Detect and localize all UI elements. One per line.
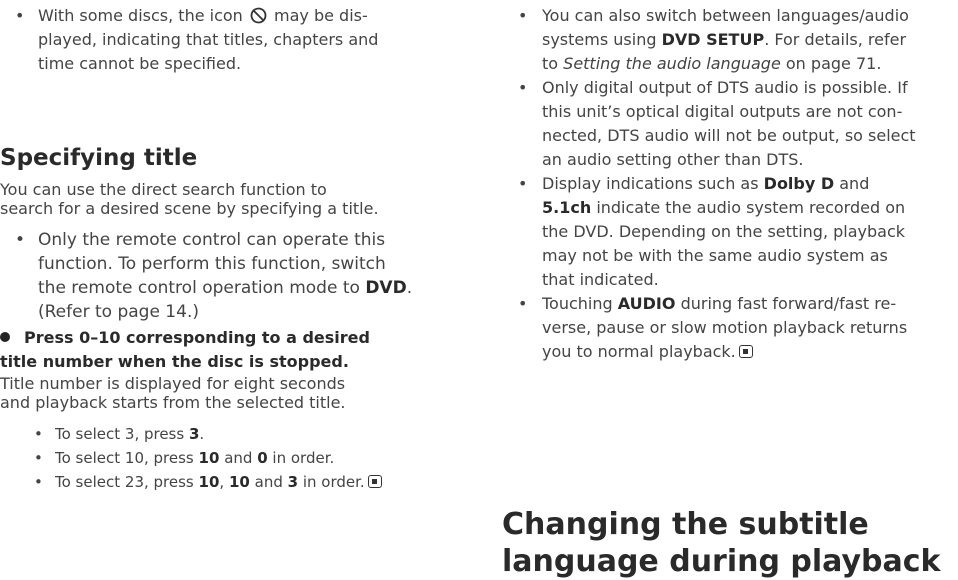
end-of-section-icon	[738, 345, 753, 358]
channel-label: 5.1ch	[542, 198, 592, 217]
b4-line-1-end: during fast forward/fast re-	[680, 294, 897, 313]
b3-line-2: indicate the audio system recorded on	[596, 198, 906, 217]
note-line-2: played, indicating that titles, chapters…	[38, 30, 379, 49]
result-line-2: and playback starts from the selected ti…	[0, 393, 346, 412]
section-heading-changing-subtitle: Changing the subtitle language during pl…	[502, 506, 958, 580]
key-label: 10	[228, 473, 250, 491]
prohibited-icon	[250, 7, 267, 24]
note-text-start: With some discs, the icon	[38, 6, 243, 25]
b1-line-2-end: . For details, refer	[764, 30, 907, 49]
heading-line-2: language during playback	[502, 544, 941, 579]
heading-line-1: Changing the subtitle	[502, 507, 869, 542]
step-line-2: title number when the disc is stopped.	[0, 352, 349, 371]
b3-line-4: may not be with the same audio system as	[542, 246, 888, 265]
b2-line-4: an audio setting other than DTS.	[542, 150, 804, 169]
example-list: To select 3, press 3. To select 10, pres…	[0, 422, 468, 494]
dvd-mode-label: DVD	[365, 278, 407, 298]
key-label: 3	[287, 473, 299, 491]
dts-note: Only digital output of DTS audio is poss…	[502, 76, 958, 172]
dolby-d-label: Dolby D	[763, 174, 835, 193]
step-result: Title number is displayed for eight seco…	[0, 374, 468, 412]
example-text: To select 23, press	[55, 473, 194, 491]
b4-line-2: verse, pause or slow motion playback ret…	[542, 318, 908, 337]
b3-line-1: Display indications such as	[542, 174, 759, 193]
b3-line-1-end: and	[839, 174, 870, 193]
step-line-1: Press 0–10 corresponding to a desired	[24, 328, 370, 347]
key-label: 10	[198, 449, 220, 467]
example-item: To select 3, press 3.	[0, 422, 468, 446]
remote-line-3-end: .	[406, 278, 413, 298]
remote-line-1: Only the remote control can operate this	[38, 230, 386, 250]
b1-line-3-end: on page 71.	[785, 54, 882, 73]
b3-line-3: the DVD. Depending on the setting, playb…	[542, 222, 906, 241]
intro-line-2: search for a desired scene by specifying…	[0, 199, 379, 218]
note-text-after-icon: may be dis-	[274, 6, 368, 25]
display-indications-note: Display indications such as Dolby D and …	[502, 172, 958, 292]
b2-line-3: nected, DTS audio will not be output, so…	[542, 126, 916, 145]
intro-line-1: You can use the direct search function t…	[0, 180, 327, 199]
remote-line-2: function. To perform this function, swit…	[38, 254, 386, 274]
example-text: To select 3, press	[55, 425, 185, 443]
example-item: To select 23, press 10, 10 and 3 in orde…	[0, 470, 468, 494]
prohibited-icon-note: With some discs, the icon may be dis- pl…	[0, 4, 468, 76]
example-sep: ,	[219, 473, 225, 491]
remote-line-4: (Refer to page 14.)	[38, 302, 199, 322]
key-label: 3	[188, 425, 200, 443]
dvd-setup-note: You can also switch between languages/au…	[502, 4, 958, 76]
audio-label: AUDIO	[617, 294, 676, 313]
step-instruction: Press 0–10 corresponding to a desired ti…	[0, 326, 468, 374]
example-text-end: in order.	[302, 473, 365, 491]
example-text-mid: and	[254, 473, 283, 491]
result-line-1: Title number is displayed for eight seco…	[0, 374, 346, 393]
key-label: 10	[198, 473, 220, 491]
b4-line-3: you to normal playback.	[542, 342, 736, 361]
remote-line-3: the remote control operation mode to	[38, 278, 360, 298]
example-text: To select 10, press	[55, 449, 194, 467]
remote-control-note: Only the remote control can operate this…	[0, 228, 468, 324]
end-of-section-icon	[367, 475, 382, 488]
example-text-end: in order.	[272, 449, 335, 467]
b2-line-1: Only digital output of DTS audio is poss…	[542, 78, 908, 97]
intro-paragraph: You can use the direct search function t…	[0, 180, 468, 218]
section-heading-specifying-title: Specifying title	[0, 145, 198, 171]
b1-line-1: You can also switch between languages/au…	[542, 6, 909, 25]
b2-line-2: this unit’s optical digital outputs are …	[542, 102, 903, 121]
dvd-setup-label: DVD SETUP	[661, 30, 765, 49]
audio-touch-note: Touching AUDIO during fast forward/fast …	[502, 292, 958, 364]
example-text-mid: and	[224, 449, 253, 467]
b3-line-5: that indicated.	[542, 270, 659, 289]
step-bullet-icon	[0, 332, 10, 342]
cross-reference-title: Setting the audio language	[563, 54, 781, 73]
b1-line-3: to	[542, 54, 559, 73]
note-line-3: time cannot be specified.	[38, 54, 242, 73]
example-item: To select 10, press 10 and 0 in order.	[0, 446, 468, 470]
b1-line-2: systems using	[542, 30, 657, 49]
b4-line-1: Touching	[542, 294, 613, 313]
example-text-end: .	[199, 425, 205, 443]
key-label: 0	[257, 449, 268, 467]
